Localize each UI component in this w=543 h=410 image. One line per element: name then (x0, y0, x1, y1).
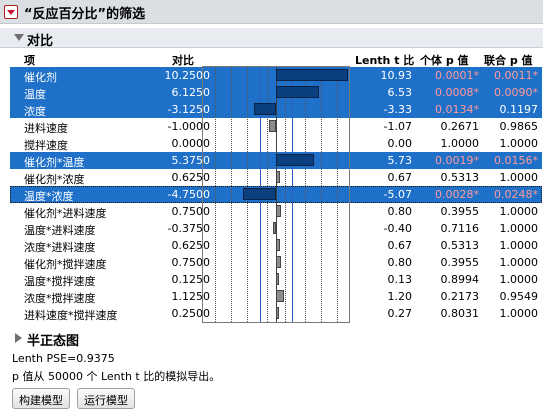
term-cell: 进料速度*搅拌速度 (24, 309, 118, 322)
lenth-t-cell: 0.67 (387, 171, 413, 184)
p-individual-cell: 0.7116 (440, 222, 480, 235)
p-individual-cell: 0.0134* (435, 103, 479, 116)
contrast-bar (269, 120, 276, 132)
term-cell: 催化剂 (24, 71, 57, 84)
contrast-bar (276, 154, 314, 166)
p-individual-cell: 0.5313 (440, 171, 480, 184)
grid-line (215, 67, 216, 322)
p-simultaneous-cell: 1.0000 (499, 273, 539, 286)
col-header-p-individual: 个体 p 值 (420, 54, 469, 67)
p-individual-cell: 0.2671 (440, 120, 480, 133)
p-individual-cell: 0.5313 (440, 239, 480, 252)
p-simultaneous-cell: 0.0248* (494, 188, 538, 201)
contrast-bar-plot (202, 66, 350, 323)
p-individual-cell: 0.8994 (440, 273, 480, 286)
p-individual-cell: 0.2173 (440, 290, 480, 303)
p-simultaneous-cell: 1.0000 (499, 307, 539, 320)
contrast-bar (276, 307, 279, 319)
contrast-bar (276, 239, 281, 251)
run-model-button[interactable]: 运行模型 (77, 388, 135, 409)
term-cell: 催化剂*浓度 (24, 173, 85, 186)
p-simultaneous-cell: 1.0000 (499, 239, 539, 252)
lenth-t-cell: 0.00 (387, 137, 413, 150)
contrast-section-header[interactable] (0, 28, 543, 48)
term-cell: 温度*搅拌速度 (24, 275, 96, 288)
p-individual-cell: 0.0019* (435, 154, 479, 167)
contrast-bar (276, 290, 284, 302)
term-cell: 催化剂*进料速度 (24, 207, 107, 220)
contrast-bar (273, 222, 277, 234)
lenth-t-cell: -0.40 (383, 222, 412, 235)
contrast-bar (276, 273, 279, 285)
p-simultaneous-cell: 1.0000 (499, 171, 539, 184)
contrast-bar (276, 86, 319, 98)
lenth-t-cell: 0.80 (387, 256, 413, 269)
lenth-t-cell: 0.80 (387, 205, 413, 218)
grid-line (231, 67, 232, 322)
col-header-p-simultaneous: 联合 p 值 (484, 54, 533, 67)
lenth-t-cell: -5.07 (383, 188, 412, 201)
lenth-t-cell: 0.13 (387, 273, 413, 286)
disclosure-open-icon[interactable] (14, 34, 24, 41)
col-header-contrast: 对比 (172, 54, 194, 67)
lenth-t-cell: 10.93 (380, 69, 413, 82)
contrast-bar (276, 171, 281, 183)
p-individual-cell: 0.0001* (435, 69, 479, 82)
p-simultaneous-cell: 0.9865 (499, 120, 539, 133)
term-cell: 温度*进料速度 (24, 224, 96, 237)
term-cell: 搅拌速度 (24, 139, 68, 152)
grid-line (305, 67, 306, 322)
simulation-note: p 值从 50000 个 Lenth t 比的模拟导出。 (12, 370, 221, 383)
report-header: “反应百分比”的筛选 (0, 0, 543, 24)
contrast-bar (276, 69, 348, 81)
term-cell: 温度*浓度 (24, 190, 74, 203)
term-cell: 浓度 (24, 105, 46, 118)
p-simultaneous-cell: 0.9549 (499, 290, 539, 303)
lenth-t-cell: 0.27 (387, 307, 413, 320)
term-cell: 催化剂*搅拌速度 (24, 258, 107, 271)
contrast-bar (276, 205, 282, 217)
p-individual-cell: 0.3955 (440, 205, 480, 218)
grid-line (321, 67, 322, 322)
p-simultaneous-cell: 0.0156* (494, 154, 538, 167)
lenth-pse-text: Lenth PSE=0.9375 (12, 352, 115, 365)
contrast-bar (276, 256, 282, 268)
lenth-t-cell: 5.73 (387, 154, 413, 167)
p-individual-cell: 0.0028* (435, 188, 479, 201)
p-simultaneous-cell: 0.0011* (494, 69, 538, 82)
p-simultaneous-cell: 1.0000 (499, 256, 539, 269)
p-individual-cell: 1.0000 (440, 137, 480, 150)
lenth-t-cell: 1.20 (387, 290, 413, 303)
disclosure-closed-icon[interactable] (15, 333, 22, 343)
lenth-t-cell: -3.33 (383, 103, 412, 116)
term-cell: 温度 (24, 88, 46, 101)
p-individual-cell: 0.8031 (440, 307, 480, 320)
contrast-bar (254, 103, 276, 115)
p-individual-cell: 0.0008* (435, 86, 479, 99)
col-header-lenth-t: Lenth t 比 (355, 54, 415, 67)
red-triangle-menu-icon[interactable] (4, 5, 18, 19)
p-simultaneous-cell: 1.0000 (499, 222, 539, 235)
grid-line (285, 67, 286, 322)
term-cell: 浓度*进料速度 (24, 241, 96, 254)
margin-of-error-line (292, 67, 293, 322)
p-simultaneous-cell: 1.0000 (499, 137, 539, 150)
lenth-t-cell: -1.07 (383, 120, 412, 133)
p-simultaneous-cell: 1.0000 (499, 205, 539, 218)
halfnormal-section-title[interactable]: 半正态图 (27, 330, 79, 349)
contrast-section-title: 对比 (27, 34, 54, 49)
lenth-t-cell: 6.53 (387, 86, 413, 99)
col-header-term: 项 (24, 54, 35, 67)
term-cell: 浓度*搅拌速度 (24, 292, 96, 305)
contrast-bar (242, 188, 276, 200)
p-simultaneous-cell: 0.1197 (499, 103, 539, 116)
lenth-t-cell: 0.67 (387, 239, 413, 252)
p-simultaneous-cell: 0.0090* (494, 86, 538, 99)
build-model-button[interactable]: 构建模型 (12, 388, 70, 409)
term-cell: 进料速度 (24, 122, 68, 135)
p-individual-cell: 0.3955 (440, 256, 480, 269)
term-cell: 催化剂*温度 (24, 156, 85, 169)
grid-line (337, 67, 338, 322)
report-title: “反应百分比”的筛选 (24, 7, 146, 22)
